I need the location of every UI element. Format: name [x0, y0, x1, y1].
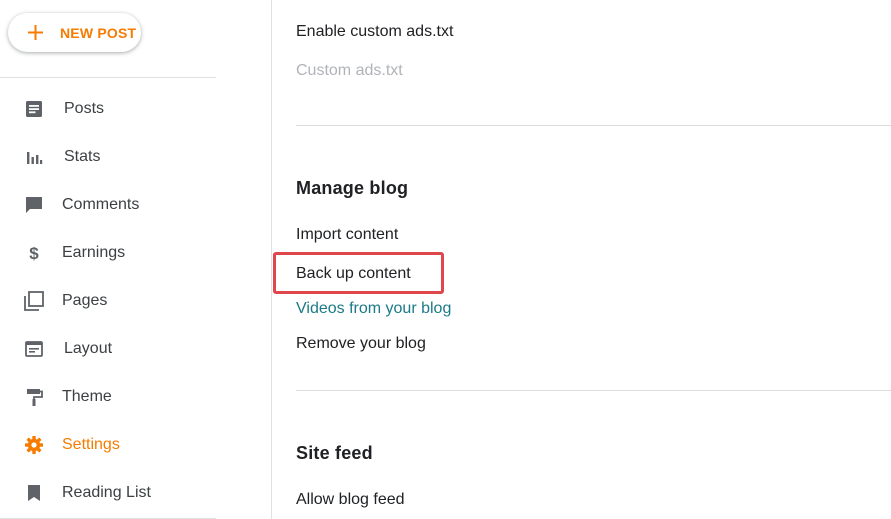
sidebar-item-label: Reading List — [62, 484, 151, 501]
sidebar: NEW POST Posts Stats Comments $ Earnings… — [0, 0, 272, 519]
plus-icon — [28, 25, 43, 40]
sidebar-item-label: Comments — [62, 196, 140, 213]
settings-content: Enable custom ads.txt Custom ads.txt Man… — [273, 0, 891, 519]
videos-from-blog-link[interactable]: Videos from your blog — [296, 300, 451, 318]
backup-content-link[interactable]: Back up content — [296, 265, 411, 283]
sidebar-item-pages[interactable]: Pages — [0, 277, 216, 325]
posts-icon — [24, 99, 44, 119]
sidebar-item-label: Stats — [64, 148, 101, 165]
sidebar-item-comments[interactable]: Comments — [0, 181, 216, 229]
sidebar-item-stats[interactable]: Stats — [0, 133, 216, 181]
custom-ads-setting: Custom ads.txt — [296, 62, 403, 79]
bookmark-icon — [24, 483, 44, 503]
sidebar-item-label: Pages — [62, 292, 108, 309]
new-post-label: NEW POST — [60, 25, 137, 41]
sidebar-item-label: Posts — [64, 100, 105, 117]
dollar-icon: $ — [24, 243, 44, 263]
gear-icon — [24, 435, 44, 455]
section-divider — [296, 390, 891, 391]
site-feed-heading: Site feed — [296, 443, 373, 463]
blogger-settings-app: NEW POST Posts Stats Comments $ Earnings… — [0, 0, 891, 519]
allow-blog-feed-setting[interactable]: Allow blog feed — [296, 491, 405, 509]
svg-text:$: $ — [29, 244, 39, 263]
sidebar-item-label: Earnings — [62, 244, 126, 261]
sidebar-item-reading-list[interactable]: Reading List — [0, 469, 216, 517]
pages-icon — [24, 291, 44, 311]
stats-icon — [24, 147, 44, 167]
comments-icon — [24, 195, 44, 215]
sidebar-divider — [0, 77, 216, 78]
import-content-link[interactable]: Import content — [296, 226, 398, 244]
remove-blog-link[interactable]: Remove your blog — [296, 335, 426, 353]
layout-icon — [24, 339, 44, 359]
paint-roller-icon — [24, 387, 44, 407]
sidebar-item-label: Settings — [62, 436, 120, 453]
new-post-button[interactable]: NEW POST — [8, 13, 141, 52]
sidebar-item-posts[interactable]: Posts — [0, 85, 216, 133]
sidebar-item-label: Theme — [62, 388, 112, 405]
sidebar-item-label: Layout — [64, 340, 113, 357]
enable-custom-ads-toggle[interactable]: Enable custom ads.txt — [296, 23, 453, 41]
sidebar-item-settings[interactable]: Settings — [0, 421, 216, 469]
sidebar-item-theme[interactable]: Theme — [0, 373, 216, 421]
section-divider — [296, 125, 891, 126]
manage-blog-heading: Manage blog — [296, 178, 409, 198]
sidebar-item-earnings[interactable]: $ Earnings — [0, 229, 216, 277]
sidebar-item-layout[interactable]: Layout — [0, 325, 216, 373]
